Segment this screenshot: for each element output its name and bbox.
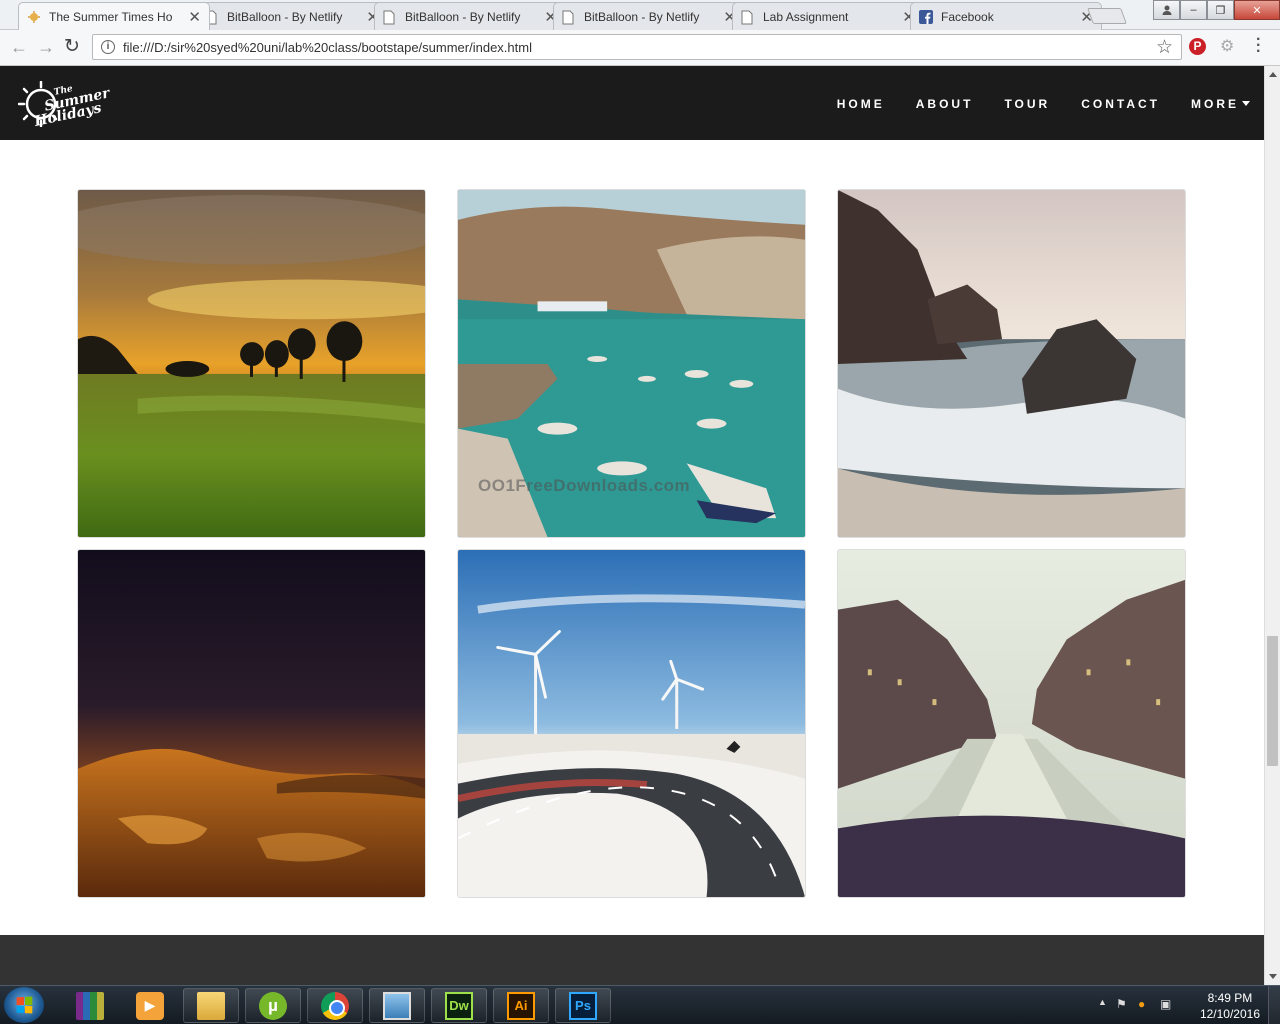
gallery-image-sunset-field[interactable] xyxy=(77,189,426,538)
scroll-down-icon[interactable] xyxy=(1269,974,1277,979)
dreamweaver-icon: Dw xyxy=(445,991,473,1020)
gallery-image-rocky-shore[interactable] xyxy=(837,189,1186,538)
media-player-icon: ▶ xyxy=(136,991,164,1020)
nav-about[interactable]: ABOUT xyxy=(916,97,974,111)
tab-label: Lab Assignment xyxy=(763,10,849,24)
scroll-up-icon[interactable] xyxy=(1269,72,1277,77)
tab-bitballoon-2[interactable]: BitBalloon - By Netlify ✕ xyxy=(374,2,566,30)
taskbar-clock[interactable]: 8:49 PM 12/10/2016 xyxy=(1200,990,1260,1022)
browser-menu-icon[interactable]: · · · xyxy=(1256,32,1261,60)
network-icon[interactable]: ▣ xyxy=(1160,997,1171,1011)
taskbar-utorrent[interactable]: µ xyxy=(245,988,301,1023)
close-window-button[interactable]: ✕ xyxy=(1234,0,1280,20)
avast-icon[interactable]: ● xyxy=(1138,997,1145,1011)
gallery-image-bay-boats[interactable]: OO1FreeDownloads.com xyxy=(457,189,806,538)
photo-viewer-icon xyxy=(383,991,411,1020)
tab-bitballoon-1[interactable]: BitBalloon - By Netlify ✕ xyxy=(196,2,388,30)
tab-facebook[interactable]: Facebook ✕ xyxy=(910,2,1102,30)
gallery-image-road-turbines[interactable] xyxy=(457,549,806,898)
bookmark-star-icon[interactable]: ☆ xyxy=(1156,36,1173,59)
scroll-thumb[interactable] xyxy=(1267,636,1278,766)
taskbar-chrome[interactable] xyxy=(307,988,363,1023)
site-footer xyxy=(0,935,1264,985)
tab-label: Facebook xyxy=(941,10,994,24)
taskbar-file-explorer[interactable] xyxy=(183,988,239,1023)
tab-label: BitBalloon - By Netlify xyxy=(405,10,521,24)
tab-label: BitBalloon - By Netlify xyxy=(227,10,343,24)
tab-label: The Summer Times Ho xyxy=(49,10,173,24)
nav-home[interactable]: HOME xyxy=(837,97,885,111)
close-tab-icon[interactable]: ✕ xyxy=(188,8,201,26)
nav-menu: HOME ABOUT TOUR CONTACT MORE xyxy=(806,97,1250,111)
page-icon xyxy=(562,10,575,25)
forward-arrow-icon[interactable]: → xyxy=(37,37,55,58)
extension-icon[interactable]: ⚙ xyxy=(1220,36,1234,56)
taskbar-photo-viewer[interactable] xyxy=(369,988,425,1023)
show-hidden-icons-icon[interactable]: ▲ xyxy=(1098,997,1107,1007)
tab-label: BitBalloon - By Netlify xyxy=(584,10,700,24)
site-logo[interactable]: The Summer Holidays xyxy=(18,77,111,133)
photoshop-icon: Ps xyxy=(569,991,597,1020)
taskbar-media-player[interactable]: ▶ xyxy=(122,988,178,1023)
illustrator-icon: Ai xyxy=(507,991,535,1020)
window-controls: – ❐ ✕ xyxy=(1153,0,1280,20)
page-icon xyxy=(383,10,396,25)
image-watermark: OO1FreeDownloads.com xyxy=(478,476,691,495)
taskbar-illustrator[interactable]: Ai xyxy=(493,988,549,1023)
tab-lab-assignment[interactable]: Lab Assignment ✕ xyxy=(732,2,924,30)
gallery-image-city-canal[interactable] xyxy=(837,549,1186,898)
clock-date: 12/10/2016 xyxy=(1199,1007,1260,1021)
show-desktop-button[interactable] xyxy=(1268,986,1280,1024)
caret-down-icon xyxy=(1242,101,1250,106)
address-bar[interactable]: i file:///D:/sir%20syed%20uni/lab%20clas… xyxy=(92,34,1182,60)
page-icon xyxy=(741,10,754,25)
action-center-flag-icon[interactable]: ⚑ xyxy=(1116,997,1127,1011)
folder-icon xyxy=(197,991,225,1020)
gallery-image-desert-dunes[interactable] xyxy=(77,549,426,898)
sun-favicon-icon xyxy=(27,10,40,25)
taskbar-winrar[interactable] xyxy=(62,988,118,1023)
tab-bitballoon-3[interactable]: BitBalloon - By Netlify ✕ xyxy=(553,2,745,30)
nav-more-label: MORE xyxy=(1191,97,1239,111)
start-button[interactable] xyxy=(4,987,44,1023)
nav-more-dropdown[interactable]: MORE xyxy=(1191,97,1250,111)
reload-icon[interactable]: ↻ xyxy=(64,35,80,58)
taskbar-photoshop[interactable]: Ps xyxy=(555,988,611,1023)
utorrent-icon: µ xyxy=(259,991,287,1020)
info-icon[interactable]: i xyxy=(101,40,115,54)
nav-tour[interactable]: TOUR xyxy=(1004,97,1050,111)
windows-logo-icon xyxy=(16,996,33,1014)
winrar-icon xyxy=(76,991,104,1020)
facebook-icon xyxy=(919,10,933,25)
maximize-button[interactable]: ❐ xyxy=(1207,0,1234,20)
user-profile-icon[interactable] xyxy=(1153,0,1180,20)
system-tray: ▲ ⚑ ● ▣ 8:49 PM 12/10/2016 xyxy=(1090,986,1280,1024)
nav-contact[interactable]: CONTACT xyxy=(1081,97,1160,111)
clock-time: 8:49 PM xyxy=(1207,991,1253,1005)
back-arrow-icon[interactable]: ← xyxy=(10,37,28,58)
windows-taskbar: ▶ µ Dw Ai Ps ▲ ⚑ ● ▣ 8:49 PM 12/10/2016 xyxy=(0,985,1280,1024)
taskbar-dreamweaver[interactable]: Dw xyxy=(431,988,487,1023)
minimize-button[interactable]: – xyxy=(1180,0,1207,20)
site-navbar: The Summer Holidays HOME ABOUT TOUR CONT… xyxy=(0,66,1264,140)
tab-summer-times[interactable]: The Summer Times Ho ✕ xyxy=(18,2,210,30)
browser-tab-strip: The Summer Times Ho ✕ BitBalloon - By Ne… xyxy=(0,0,1280,30)
browser-toolbar: ← → ↻ i file:///D:/sir%20syed%20uni/lab%… xyxy=(0,30,1280,66)
pinterest-extension-icon[interactable]: P xyxy=(1189,38,1206,55)
url-text[interactable]: file:///D:/sir%20syed%20uni/lab%20class/… xyxy=(123,40,532,55)
page-scrollbar[interactable] xyxy=(1264,66,1280,985)
chrome-icon xyxy=(321,991,349,1020)
new-tab-button[interactable] xyxy=(1087,8,1127,24)
page-content: OO1FreeDownloads.com xyxy=(0,140,1264,935)
